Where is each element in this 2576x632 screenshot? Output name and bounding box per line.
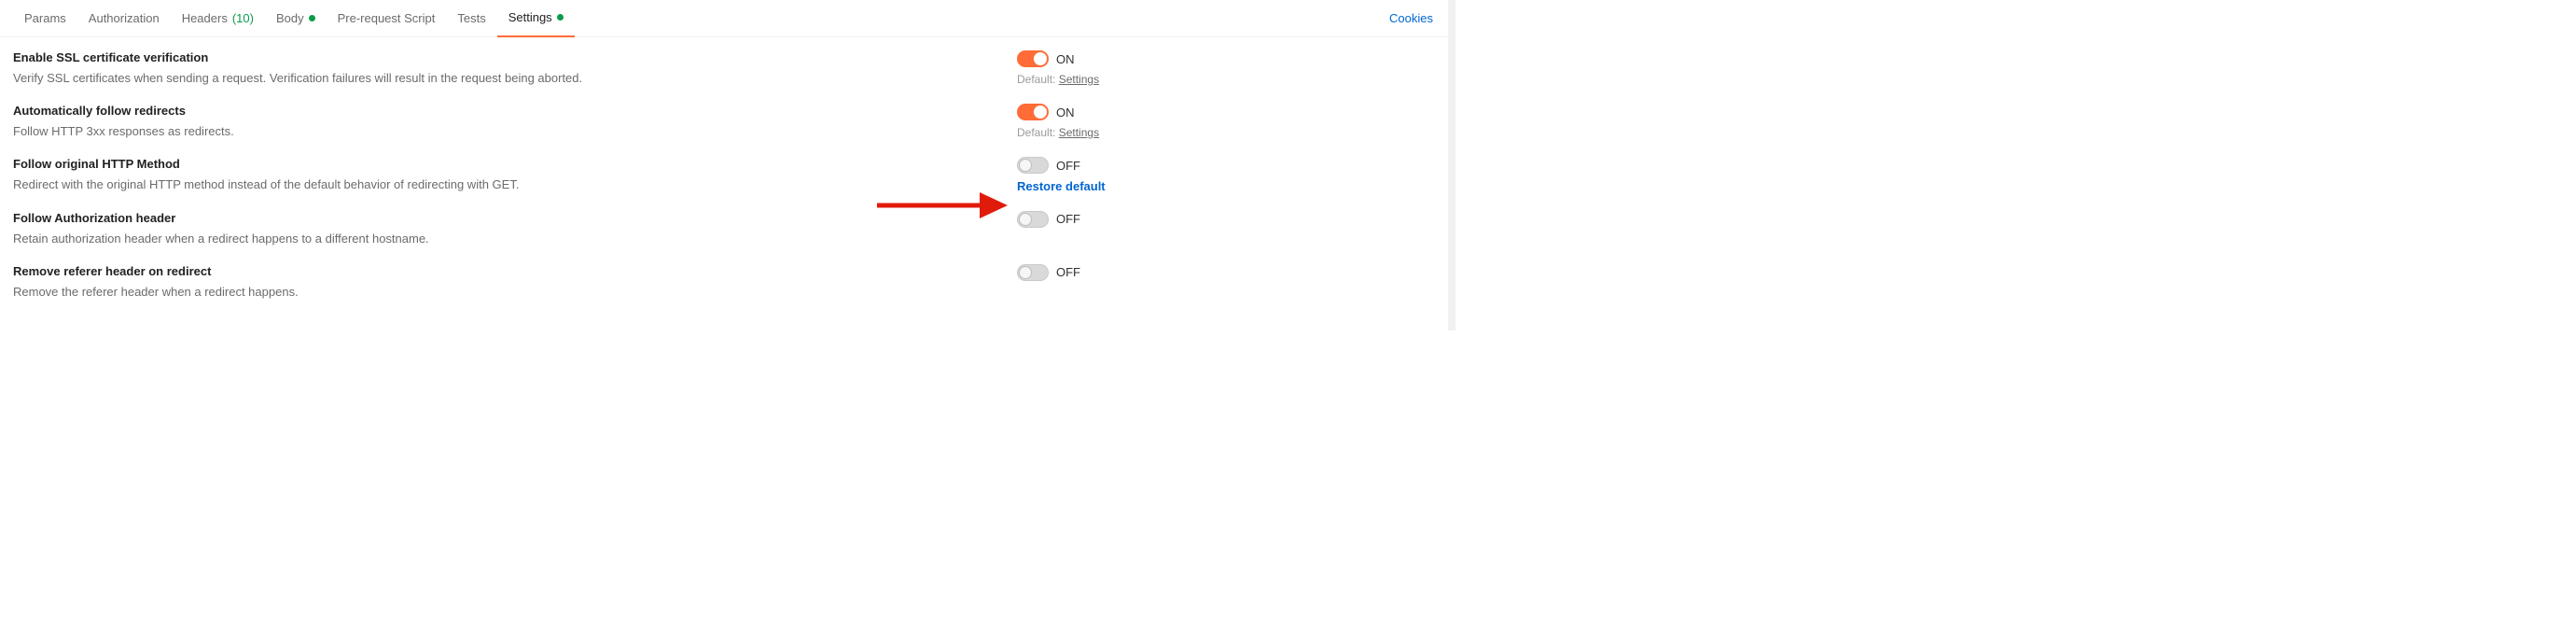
toggle-knob-icon: [1019, 159, 1032, 172]
tab-body[interactable]: Body: [265, 0, 327, 37]
setting-description: Retain authorization header when a redir…: [13, 231, 1002, 247]
toggle-knob-icon: [1034, 105, 1047, 119]
toggle-state-label: OFF: [1056, 159, 1080, 173]
toggle-knob-icon: [1034, 52, 1047, 65]
setting-toggle[interactable]: [1017, 104, 1049, 120]
default-settings-link[interactable]: Settings: [1059, 126, 1099, 139]
setting-row: Follow Authorization header Retain author…: [13, 211, 1418, 247]
setting-toggle[interactable]: [1017, 264, 1049, 281]
request-tabs: Params Authorization Headers(10) Body Pr…: [0, 0, 1455, 37]
setting-row: Remove referer header on redirect Remove …: [13, 264, 1418, 301]
setting-toggle[interactable]: [1017, 50, 1049, 67]
toggle-state-label: ON: [1056, 105, 1075, 119]
setting-description: Follow HTTP 3xx responses as redirects.: [13, 123, 1002, 140]
setting-row: Automatically follow redirects Follow HTT…: [13, 104, 1418, 140]
setting-title: Enable SSL certificate verification: [13, 50, 1002, 64]
tab-settings[interactable]: Settings: [497, 0, 575, 37]
dot-indicator-icon: [309, 15, 315, 21]
default-hint: Default: Settings: [1017, 73, 1282, 86]
setting-description: Redirect with the original HTTP method i…: [13, 176, 1002, 193]
default-hint: Default: Settings: [1017, 126, 1282, 139]
restore-default-link[interactable]: Restore default: [1017, 179, 1282, 193]
settings-panel: Enable SSL certificate verification Verif…: [0, 37, 1437, 330]
scrollbar-track[interactable]: [1448, 0, 1455, 330]
toggle-knob-icon: [1019, 213, 1032, 226]
toggle-state-label: OFF: [1056, 265, 1080, 279]
toggle-knob-icon: [1019, 266, 1032, 279]
toggle-state-label: ON: [1056, 52, 1075, 66]
setting-toggle[interactable]: [1017, 211, 1049, 228]
setting-title: Follow Authorization header: [13, 211, 1002, 225]
setting-row: Follow original HTTP Method Redirect with…: [13, 157, 1418, 193]
tab-tests[interactable]: Tests: [446, 0, 496, 37]
tab-headers[interactable]: Headers(10): [171, 0, 265, 37]
cookies-link[interactable]: Cookies: [1389, 11, 1442, 25]
setting-description: Verify SSL certificates when sending a r…: [13, 70, 1002, 87]
headers-count: (10): [232, 11, 254, 25]
default-settings-link[interactable]: Settings: [1059, 73, 1099, 86]
setting-row: Enable SSL certificate verification Verif…: [13, 50, 1418, 87]
toggle-state-label: OFF: [1056, 212, 1080, 226]
setting-description: Remove the referer header when a redirec…: [13, 284, 1002, 301]
dot-indicator-icon: [557, 14, 564, 21]
tab-authorization[interactable]: Authorization: [77, 0, 171, 37]
setting-title: Remove referer header on redirect: [13, 264, 1002, 278]
tab-params[interactable]: Params: [13, 0, 77, 37]
setting-title: Follow original HTTP Method: [13, 157, 1002, 171]
setting-toggle[interactable]: [1017, 157, 1049, 174]
setting-title: Automatically follow redirects: [13, 104, 1002, 118]
tab-prerequest[interactable]: Pre-request Script: [327, 0, 447, 37]
